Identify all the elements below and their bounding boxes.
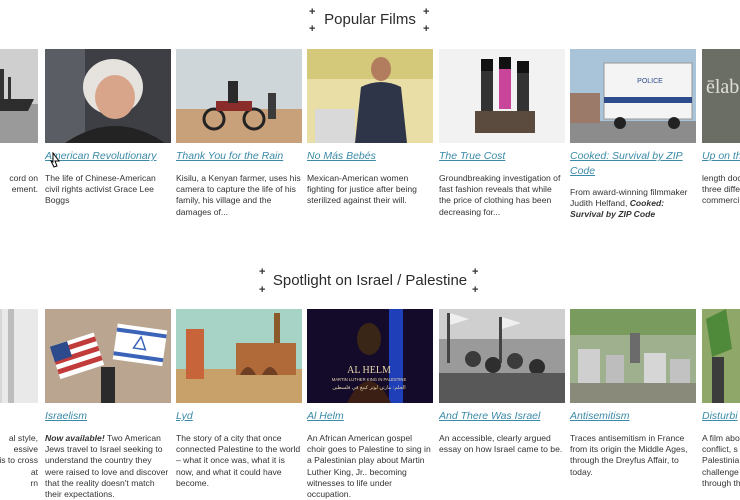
film-title-link[interactable]: Antisemitism	[570, 409, 696, 424]
film-card[interactable]: POLICE Cooked: Survival by ZIP Code From…	[570, 49, 696, 259]
film-thumbnail[interactable]	[45, 49, 171, 143]
film-card[interactable]: American Revolutionary The life of Chine…	[45, 49, 171, 259]
film-thumbnail[interactable]	[0, 49, 38, 143]
film-title-link[interactable]: And There Was Israel	[439, 409, 565, 424]
film-thumbnail[interactable]	[439, 49, 565, 143]
film-title-link[interactable]: American Revolutionary	[45, 149, 171, 164]
carousel-israel-palestine[interactable]: al style, essive is to cross at rn Israe…	[0, 309, 740, 500]
film-title-link[interactable]: No Más Bebés	[307, 149, 433, 164]
film-title-link[interactable]: Cooked: Survival by ZIP Code	[570, 149, 696, 179]
film-thumbnail[interactable]	[176, 309, 302, 403]
film-card[interactable]: Israelism Now available! Two American Je…	[45, 309, 171, 500]
film-thumbnail[interactable]: ēlab	[702, 49, 740, 143]
film-thumbnail[interactable]	[570, 309, 696, 403]
film-card[interactable]: AL HELM MARTIN LUTHER KING IN PALESTINE …	[307, 309, 433, 500]
film-thumbnail[interactable]	[45, 309, 171, 403]
section-heading-israel-palestine: Spotlight on Israel / Palestine	[272, 272, 468, 289]
film-description: Traces antisemitism in France from its o…	[570, 433, 688, 477]
film-description: Now available! Two American Jews travel …	[45, 433, 169, 500]
film-description: An African American gospel choir goes to…	[307, 433, 431, 500]
film-card[interactable]: And There Was Israel An accessible, clea…	[439, 309, 565, 500]
mouse-cursor-icon	[49, 152, 60, 168]
film-description: The story of a city that once connected …	[176, 433, 301, 488]
section-heading-popular-films: Popular Films	[324, 11, 416, 28]
film-thumbnail[interactable]	[0, 309, 38, 403]
film-thumbnail[interactable]	[702, 309, 740, 403]
film-title-link[interactable]: Up on the	[702, 149, 740, 164]
film-card[interactable]: cord on ement.	[0, 49, 38, 259]
film-description: Groundbreaking investigation of fast fas…	[439, 173, 561, 217]
film-thumbnail[interactable]: AL HELM MARTIN LUTHER KING IN PALESTINE …	[307, 309, 433, 403]
film-thumbnail[interactable]	[176, 49, 302, 143]
svg-text:الحلم: مارتن لوثر كينغ في فلسط: الحلم: مارتن لوثر كينغ في فلسطين	[332, 385, 405, 391]
film-card[interactable]: al style, essive is to cross at rn	[0, 309, 38, 500]
film-title-link[interactable]: The True Cost	[439, 149, 565, 164]
film-description: An accessible, clearly argued essay on h…	[439, 433, 563, 455]
film-card[interactable]: Lyd The story of a city that once connec…	[176, 309, 302, 500]
carousel-popular-films[interactable]: cord on ement. American Revolutionary Th…	[0, 49, 740, 259]
film-card[interactable]: Thank You for the Rain Kisilu, a Kenyan …	[176, 49, 302, 259]
film-description: The life of Chinese-American civil right…	[45, 173, 156, 206]
film-card[interactable]: The True Cost Groundbreaking investigati…	[439, 49, 565, 259]
film-description: al style, essive is to cross at rn	[0, 433, 38, 488]
film-title-link[interactable]: Israelism	[45, 409, 171, 424]
film-description: Kisilu, a Kenyan farmer, uses his camera…	[176, 173, 301, 217]
film-title-link[interactable]: Al Helm	[307, 409, 433, 424]
film-card[interactable]: Disturbi A film abo conflict, s Palestin…	[702, 309, 740, 500]
film-card[interactable]: No Más Bebés Mexican-American women figh…	[307, 49, 433, 259]
film-thumbnail[interactable]: POLICE	[570, 49, 696, 143]
film-thumbnail[interactable]	[307, 49, 433, 143]
film-description: length doc three diffe commerci	[702, 173, 740, 206]
film-title-link[interactable]: Thank You for the Rain	[176, 149, 302, 164]
svg-text:AL HELM: AL HELM	[347, 365, 391, 376]
film-description: A film abo conflict, s Palestinia challe…	[702, 433, 740, 488]
film-thumbnail[interactable]	[439, 309, 565, 403]
film-description: Mexican-American women fighting for just…	[307, 173, 417, 206]
film-card[interactable]: ēlab Up on the length doc three diffe co…	[702, 49, 740, 259]
film-card[interactable]: Antisemitism Traces antisemitism in Fran…	[570, 309, 696, 500]
film-description: cord on ement.	[9, 173, 38, 195]
svg-text:ēlab: ēlab	[706, 76, 739, 98]
film-description: From award-winning filmmaker Judith Helf…	[570, 187, 688, 220]
film-title-link[interactable]: Lyd	[176, 409, 302, 424]
svg-text:MARTIN LUTHER KING IN PALESTIN: MARTIN LUTHER KING IN PALESTINE	[332, 377, 407, 382]
svg-text:POLICE: POLICE	[637, 78, 663, 85]
film-title-link[interactable]: Disturbi	[702, 409, 740, 424]
